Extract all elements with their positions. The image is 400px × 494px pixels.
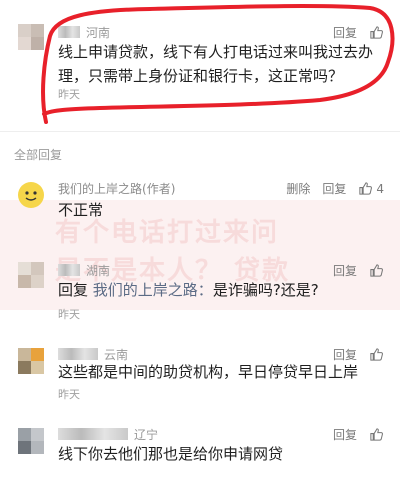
reply-item: 我们的上岸之路(作者) 删除 回复 4 不正常 bbox=[0, 174, 400, 226]
reply-content: 是诈骗吗?还是? bbox=[212, 281, 319, 299]
username-blurred bbox=[58, 26, 80, 38]
author-avatar[interactable] bbox=[18, 182, 44, 208]
reply-time: 昨天 bbox=[58, 388, 80, 401]
reply-location: 辽宁 bbox=[134, 428, 159, 442]
reply-button[interactable]: 回复 bbox=[333, 262, 357, 279]
avatar[interactable] bbox=[18, 348, 44, 374]
reply-text: 回复 我们的上岸之路：是诈骗吗?还是? bbox=[58, 278, 380, 302]
reply-text: 不正常 bbox=[58, 201, 104, 219]
comment-text: 线上申请贷款，线下有人打电话过来叫我过去办理，只需带上身份证和银行卡，这正常吗？ bbox=[58, 43, 374, 85]
reply-location: 湖南 bbox=[86, 264, 111, 278]
comment-location: 河南 bbox=[86, 26, 111, 40]
like-button[interactable] bbox=[369, 263, 384, 278]
reply-meta: 辽宁 bbox=[58, 426, 158, 443]
comment-time: 昨天 bbox=[58, 88, 80, 101]
author-tag: (作者) bbox=[142, 182, 176, 196]
reply-prefix: 回复 bbox=[58, 281, 89, 299]
reply-text: 线下你去他们那也是给你申请网贷 bbox=[58, 445, 284, 463]
reply-text: 这些都是中间的助贷机构，早日停贷早日上岸 bbox=[58, 363, 359, 381]
reply-time: 昨天 bbox=[58, 308, 80, 321]
username-blurred bbox=[58, 428, 128, 440]
reply-item: 云南 回复 这些都是中间的助贷机构，早日停贷早日上岸 昨天 bbox=[0, 340, 400, 410]
reply-actions: 删除 回复 4 bbox=[274, 180, 384, 197]
username-blurred bbox=[58, 348, 98, 360]
reply-button[interactable]: 回复 bbox=[322, 180, 346, 197]
top-comment: 河南 回复 线上申请贷款，线下有人打电话过来叫我过去办理，只需带上身份证和银行卡… bbox=[0, 0, 400, 130]
like-button[interactable] bbox=[369, 25, 384, 40]
thumbs-up-icon bbox=[370, 264, 383, 277]
thumbs-up-icon bbox=[370, 26, 383, 39]
avatar[interactable] bbox=[18, 262, 44, 288]
reply-button[interactable]: 回复 bbox=[333, 24, 357, 41]
reply-item: 湖南 回复 回复 我们的上岸之路：是诈骗吗?还是? 昨天 bbox=[0, 256, 400, 326]
username-blurred bbox=[58, 264, 80, 276]
thumbs-up-icon bbox=[359, 182, 373, 195]
avatar[interactable] bbox=[18, 24, 44, 50]
reply-button[interactable]: 回复 bbox=[333, 426, 357, 443]
like-button[interactable] bbox=[369, 427, 384, 442]
smile-face-icon bbox=[25, 191, 37, 201]
thumbs-up-icon bbox=[370, 428, 383, 441]
delete-button[interactable]: 删除 bbox=[286, 180, 310, 197]
reply-meta: 我们的上岸之路(作者) bbox=[58, 180, 175, 197]
reply-actions: 回复 bbox=[321, 262, 384, 279]
divider bbox=[0, 131, 400, 132]
avatar[interactable] bbox=[18, 428, 44, 454]
reply-meta: 湖南 bbox=[58, 262, 110, 279]
reply-item: 辽宁 回复 线下你去他们那也是给你申请网贷 bbox=[0, 424, 400, 494]
reply-to-mention[interactable]: 我们的上岸之路： bbox=[93, 281, 213, 299]
author-name[interactable]: 我们的上岸之路 bbox=[58, 182, 142, 196]
reply-actions: 回复 bbox=[321, 426, 384, 443]
like-count: 4 bbox=[376, 181, 384, 196]
comment-actions: 回复 bbox=[321, 24, 384, 41]
comment-meta: 河南 bbox=[58, 24, 110, 41]
like-button[interactable]: 4 bbox=[358, 181, 384, 196]
all-replies-label: 全部回复 bbox=[14, 148, 63, 162]
